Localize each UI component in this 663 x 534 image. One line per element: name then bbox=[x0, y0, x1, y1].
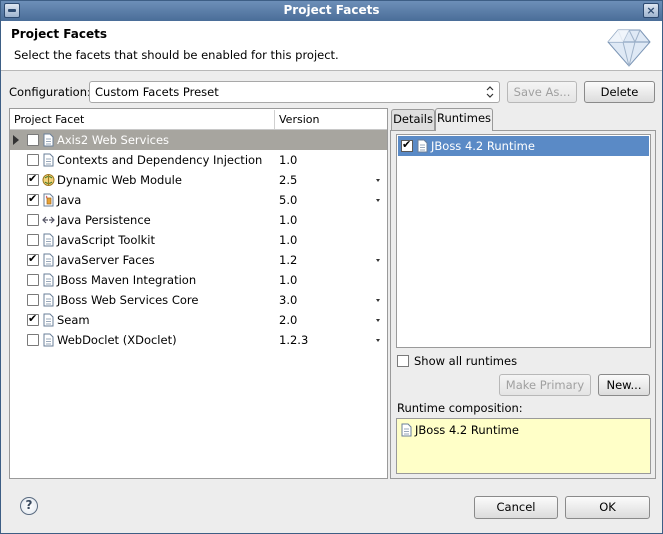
delete-button[interactable]: Delete bbox=[584, 81, 655, 103]
web-module-icon bbox=[42, 174, 55, 186]
configuration-combo[interactable]: Custom Facets Preset bbox=[89, 81, 500, 103]
facet-version: 1.2.3 bbox=[279, 333, 309, 347]
table-row[interactable]: JBoss Maven Integration 1.0 bbox=[10, 270, 387, 290]
facet-checkbox[interactable] bbox=[27, 192, 39, 206]
facet-checkbox[interactable] bbox=[27, 234, 39, 246]
facets-table: Project Facet Version Axis2 Web Services… bbox=[9, 108, 388, 479]
banner-description: Select the facets that should be enabled… bbox=[14, 48, 339, 62]
table-row[interactable]: JBoss Web Services Core 3.0 bbox=[10, 290, 387, 310]
table-row[interactable]: Axis2 Web Services bbox=[10, 130, 387, 150]
page-icon bbox=[43, 253, 54, 267]
facet-name: JavaScript Toolkit bbox=[57, 233, 156, 247]
persistence-icon bbox=[42, 216, 55, 224]
table-row[interactable]: Seam 2.0 bbox=[10, 310, 387, 330]
show-all-runtimes-label[interactable]: Show all runtimes bbox=[414, 354, 517, 368]
facet-checkbox[interactable] bbox=[27, 334, 39, 346]
help-icon[interactable]: ? bbox=[20, 497, 38, 515]
show-all-runtimes-checkbox[interactable] bbox=[397, 355, 409, 367]
configuration-value: Custom Facets Preset bbox=[95, 85, 219, 99]
facet-version: 1.0 bbox=[279, 213, 298, 227]
composition-item: JBoss 4.2 Runtime bbox=[415, 423, 519, 437]
window-title: Project Facets bbox=[283, 3, 380, 17]
facet-version: 2.0 bbox=[279, 313, 298, 327]
facet-version: 1.2 bbox=[279, 253, 298, 267]
banner-heading: Project Facets bbox=[11, 27, 107, 41]
expand-arrow-icon[interactable] bbox=[13, 135, 19, 145]
table-row[interactable]: JavaScript Toolkit 1.0 bbox=[10, 230, 387, 250]
facet-checkbox[interactable] bbox=[27, 274, 39, 286]
facets-table-header: Project Facet Version bbox=[10, 109, 387, 130]
project-facets-dialog: Project Facets × Project Facets Select t… bbox=[0, 0, 663, 534]
close-icon[interactable]: × bbox=[643, 3, 659, 18]
page-icon bbox=[43, 313, 54, 327]
runtime-name: JBoss 4.2 Runtime bbox=[431, 139, 535, 153]
page-icon bbox=[43, 153, 54, 167]
facet-name: JBoss Maven Integration bbox=[57, 273, 197, 287]
table-row[interactable]: Java Persistence 1.0 bbox=[10, 210, 387, 230]
title-bar: Project Facets × bbox=[1, 1, 662, 21]
page-icon bbox=[43, 273, 54, 287]
facet-checkbox[interactable] bbox=[27, 252, 39, 266]
facet-checkbox[interactable] bbox=[27, 312, 39, 326]
cancel-button[interactable]: Cancel bbox=[474, 496, 558, 519]
facet-name: Java Persistence bbox=[57, 213, 151, 227]
facet-checkbox[interactable] bbox=[27, 134, 39, 146]
facet-version: 1.0 bbox=[279, 153, 298, 167]
tab-details[interactable]: Details bbox=[391, 109, 435, 130]
facet-version: 5.0 bbox=[279, 193, 298, 207]
version-dropdown-icon[interactable] bbox=[376, 259, 380, 262]
column-version[interactable]: Version bbox=[279, 113, 319, 126]
facet-name: Dynamic Web Module bbox=[57, 173, 182, 187]
dialog-banner: Project Facets Select the facets that sh… bbox=[1, 21, 662, 71]
tab-runtimes[interactable]: Runtimes bbox=[435, 108, 493, 131]
table-row[interactable]: Java 5.0 bbox=[10, 190, 387, 210]
page-icon bbox=[43, 133, 54, 147]
page-icon bbox=[43, 333, 54, 347]
runtime-page-icon bbox=[401, 423, 412, 437]
version-dropdown-icon[interactable] bbox=[376, 319, 380, 322]
facet-name: Seam bbox=[57, 313, 90, 327]
facet-checkbox[interactable] bbox=[27, 294, 39, 306]
facet-checkbox[interactable] bbox=[27, 214, 39, 226]
version-dropdown-icon[interactable] bbox=[376, 179, 380, 182]
table-row[interactable]: Contexts and Dependency Injection 1.0 bbox=[10, 150, 387, 170]
new-runtime-button[interactable]: New... bbox=[598, 374, 650, 396]
ok-button[interactable]: OK bbox=[565, 496, 650, 519]
facet-checkbox[interactable] bbox=[27, 172, 39, 186]
facet-name: JavaServer Faces bbox=[57, 253, 155, 267]
table-row[interactable]: JavaServer Faces 1.2 bbox=[10, 250, 387, 270]
table-row[interactable]: Dynamic Web Module 2.5 bbox=[10, 170, 387, 190]
page-icon bbox=[43, 233, 54, 247]
version-dropdown-icon[interactable] bbox=[376, 299, 380, 302]
facet-version: 2.5 bbox=[279, 173, 298, 187]
runtime-composition-label: Runtime composition: bbox=[397, 401, 523, 415]
facet-name: Axis2 Web Services bbox=[57, 133, 170, 147]
facet-name: Java bbox=[57, 193, 82, 207]
page-icon bbox=[43, 293, 54, 307]
version-dropdown-icon[interactable] bbox=[376, 339, 380, 342]
runtime-checkbox[interactable] bbox=[401, 138, 413, 152]
runtimes-list[interactable]: JBoss 4.2 Runtime bbox=[396, 134, 651, 348]
facet-name: WebDoclet (XDoclet) bbox=[57, 333, 177, 347]
facet-version: 1.0 bbox=[279, 233, 298, 247]
facet-checkbox[interactable] bbox=[27, 154, 39, 166]
make-primary-button[interactable]: Make Primary bbox=[499, 374, 591, 396]
column-divider[interactable] bbox=[274, 110, 275, 129]
java-icon bbox=[43, 193, 54, 207]
configuration-label: Configuration: bbox=[9, 85, 91, 99]
version-dropdown-icon[interactable] bbox=[376, 199, 380, 202]
runtime-composition-box: JBoss 4.2 Runtime bbox=[396, 418, 651, 474]
table-row[interactable]: WebDoclet (XDoclet) 1.2.3 bbox=[10, 330, 387, 350]
facet-version: 3.0 bbox=[279, 293, 298, 307]
combo-updown-icon bbox=[486, 86, 494, 98]
save-as-button[interactable]: Save As... bbox=[507, 81, 577, 103]
facet-name: JBoss Web Services Core bbox=[57, 293, 199, 307]
facet-name: Contexts and Dependency Injection bbox=[57, 153, 263, 167]
runtime-page-icon bbox=[417, 139, 428, 153]
list-item[interactable]: JBoss 4.2 Runtime bbox=[398, 136, 649, 156]
column-project-facet[interactable]: Project Facet bbox=[14, 113, 84, 126]
facet-version: 1.0 bbox=[279, 273, 298, 287]
facets-gem-icon bbox=[607, 28, 651, 67]
